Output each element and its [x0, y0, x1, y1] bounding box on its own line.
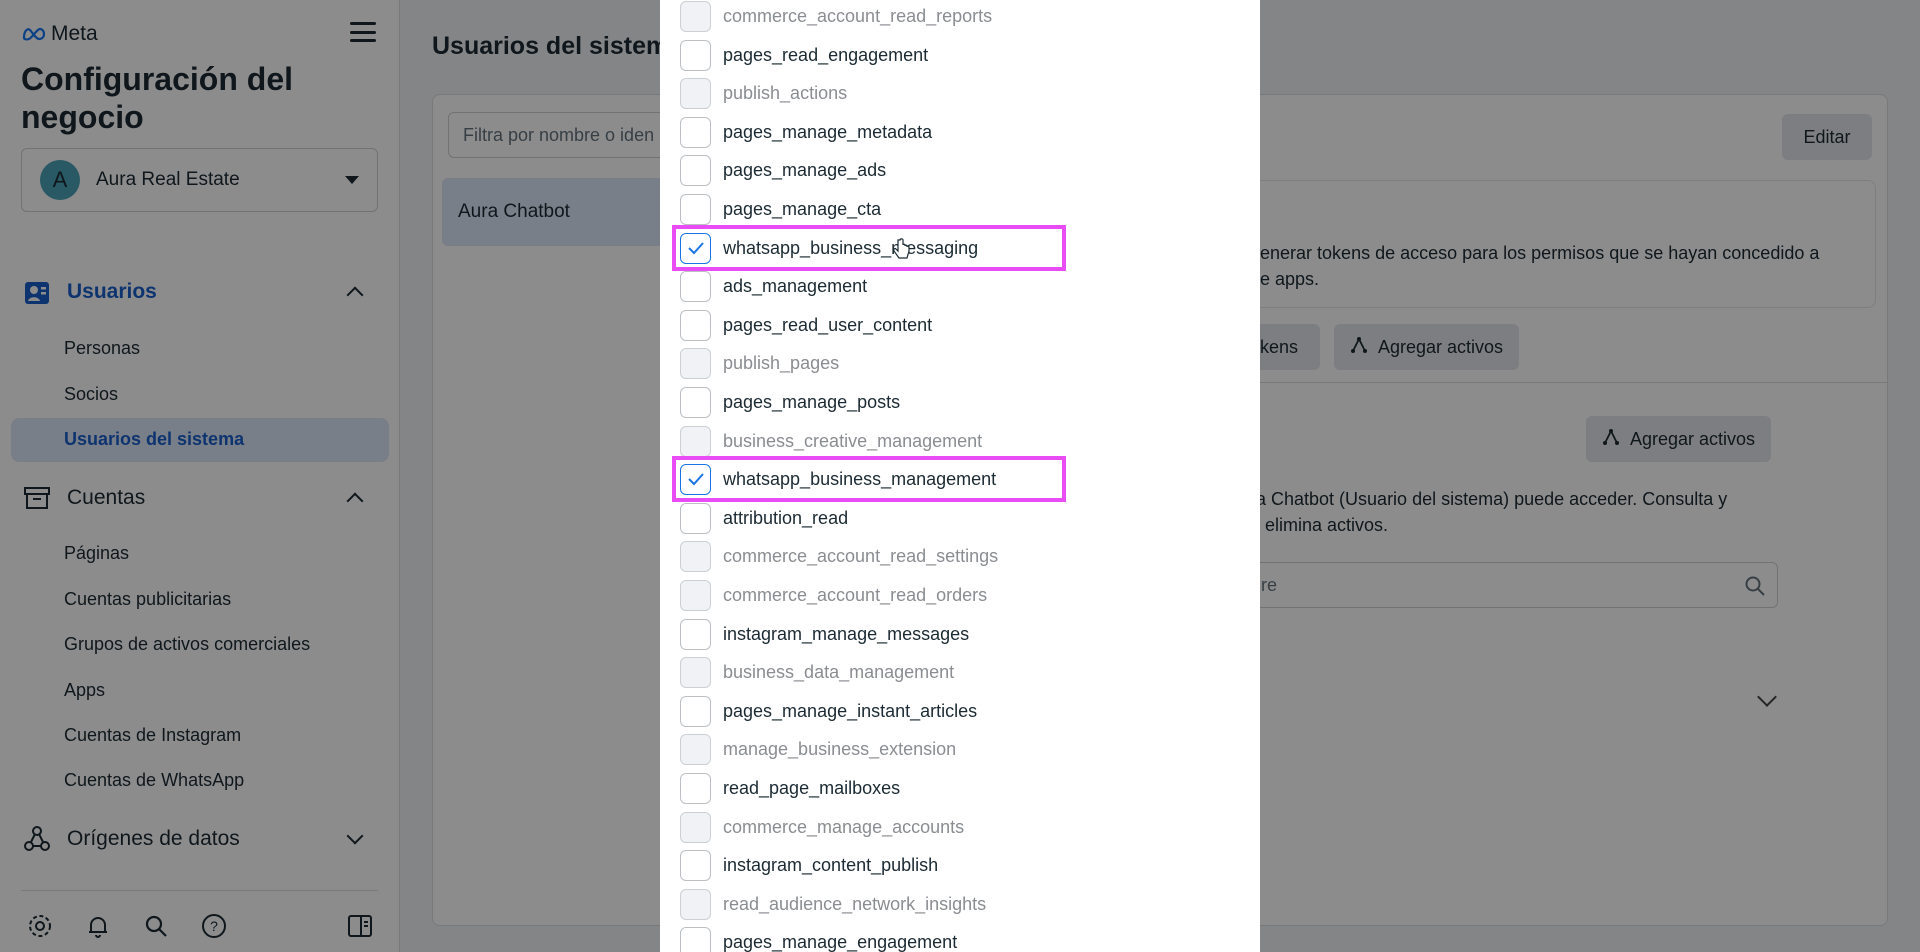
permission-checkbox[interactable]: [680, 309, 711, 341]
permission-label: pages_read_engagement: [723, 44, 929, 65]
permission-label: instagram_manage_messages: [723, 623, 970, 644]
permissions-dialog: commerce_account_read_reports pages_read_…: [660, 0, 1260, 952]
permission-checkbox[interactable]: [680, 926, 711, 952]
check-icon: [687, 473, 704, 486]
permission-label: pages_manage_instant_articles: [723, 700, 978, 721]
permission-label: read_audience_network_insights: [723, 893, 987, 914]
permission-row[interactable]: pages_manage_engagement: [680, 923, 1240, 952]
permission-label: whatsapp_business_messaging: [723, 237, 979, 258]
permission-row[interactable]: pages_read_engagement: [680, 36, 1240, 74]
permission-row[interactable]: pages_manage_metadata: [680, 113, 1240, 151]
permission-checkbox[interactable]: [680, 656, 711, 688]
permission-row[interactable]: commerce_manage_accounts: [680, 808, 1240, 846]
permission-label: publish_actions: [723, 82, 848, 103]
hand-cursor-icon: [892, 238, 910, 267]
permission-label: pages_manage_engagement: [723, 931, 958, 952]
permission-checkbox[interactable]: [680, 811, 711, 843]
permission-checkbox[interactable]: [680, 425, 711, 457]
permission-row[interactable]: pages_read_user_content: [680, 306, 1240, 344]
permission-label: manage_business_extension: [723, 738, 957, 759]
permission-row[interactable]: business_data_management: [680, 653, 1240, 691]
permission-label: business_data_management: [723, 661, 955, 682]
permission-checkbox[interactable]: [680, 116, 711, 148]
permission-checkbox[interactable]: [680, 347, 711, 379]
permission-checkbox[interactable]: [680, 193, 711, 225]
permission-row[interactable]: ads_management: [680, 267, 1240, 305]
permission-checkbox[interactable]: [680, 232, 711, 264]
permission-checkbox[interactable]: [680, 463, 711, 495]
permission-checkbox[interactable]: [680, 733, 711, 765]
permission-row[interactable]: manage_business_extension: [680, 730, 1240, 768]
permission-row[interactable]: attribution_read: [680, 499, 1240, 537]
permission-label: pages_manage_cta: [723, 198, 882, 219]
permission-row[interactable]: read_page_mailboxes: [680, 769, 1240, 807]
permission-row[interactable]: instagram_content_publish: [680, 846, 1240, 884]
permission-checkbox[interactable]: [680, 502, 711, 534]
permission-checkbox[interactable]: [680, 579, 711, 611]
permission-row[interactable]: pages_manage_posts: [680, 383, 1240, 421]
permission-label: read_page_mailboxes: [723, 777, 901, 798]
permission-checkbox[interactable]: [680, 618, 711, 650]
permission-label: commerce_account_read_orders: [723, 584, 988, 605]
permission-checkbox[interactable]: [680, 772, 711, 804]
permission-row[interactable]: publish_actions: [680, 74, 1240, 112]
permission-checkbox[interactable]: [680, 386, 711, 418]
permission-checkbox[interactable]: [680, 540, 711, 572]
permission-checkbox[interactable]: [680, 888, 711, 920]
permission-label: publish_pages: [723, 352, 840, 373]
permission-checkbox[interactable]: [680, 0, 711, 32]
permission-label: commerce_account_read_settings: [723, 545, 999, 566]
permission-label: business_creative_management: [723, 430, 983, 451]
permission-label: instagram_content_publish: [723, 854, 939, 875]
check-icon: [687, 242, 704, 255]
permission-label: commerce_account_read_reports: [723, 5, 993, 26]
permission-checkbox[interactable]: [680, 39, 711, 71]
permission-label: pages_manage_metadata: [723, 121, 933, 142]
permission-row[interactable]: pages_manage_ads: [680, 151, 1240, 189]
permission-row[interactable]: pages_manage_cta: [680, 190, 1240, 228]
permission-row[interactable]: commerce_account_read_settings: [680, 537, 1240, 575]
permission-row[interactable]: whatsapp_business_messaging: [680, 229, 1240, 267]
permission-row[interactable]: read_audience_network_insights: [680, 885, 1240, 923]
permission-checkbox[interactable]: [680, 849, 711, 881]
permission-checkbox[interactable]: [680, 695, 711, 727]
permission-label: ads_management: [723, 275, 868, 296]
permission-label: whatsapp_business_management: [723, 468, 997, 489]
permission-row[interactable]: business_creative_management: [680, 422, 1240, 460]
permission-label: pages_manage_ads: [723, 159, 887, 180]
permission-label: pages_manage_posts: [723, 391, 901, 412]
permission-row[interactable]: commerce_account_read_orders: [680, 576, 1240, 614]
permission-row[interactable]: pages_manage_instant_articles: [680, 692, 1240, 730]
permission-row[interactable]: commerce_account_read_reports: [680, 0, 1240, 35]
permission-checkbox[interactable]: [680, 270, 711, 302]
permission-row[interactable]: whatsapp_business_management: [680, 460, 1240, 498]
permission-label: commerce_manage_accounts: [723, 816, 965, 837]
permission-row[interactable]: publish_pages: [680, 344, 1240, 382]
permission-checkbox[interactable]: [680, 154, 711, 186]
permission-label: pages_read_user_content: [723, 314, 933, 335]
permission-label: attribution_read: [723, 507, 849, 528]
permission-row[interactable]: instagram_manage_messages: [680, 615, 1240, 653]
permission-checkbox[interactable]: [680, 77, 711, 109]
